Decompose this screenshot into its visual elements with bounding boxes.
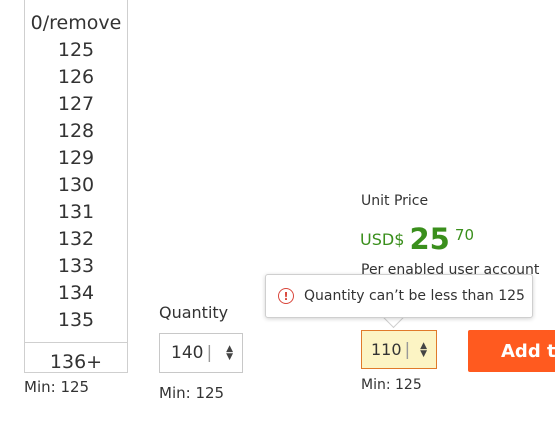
dropdown-option[interactable]: 130 bbox=[25, 172, 127, 199]
text-cursor: | bbox=[404, 339, 411, 360]
price-currency: USD$ bbox=[360, 230, 405, 249]
unit-price-label: Unit Price bbox=[361, 193, 429, 209]
quantity-error-min-label: Min: 125 bbox=[361, 377, 422, 393]
quantity-dropdown-list[interactable]: 0/remove 125 126 127 128 129 130 131 132… bbox=[24, 0, 128, 373]
dropdown-option[interactable]: 133 bbox=[25, 253, 127, 280]
exclamation-circle-icon: ! bbox=[278, 288, 294, 304]
dropdown-min-label: Min: 125 bbox=[24, 378, 90, 396]
dropdown-option[interactable]: 129 bbox=[25, 145, 127, 172]
up-down-arrows-icon[interactable]: ▲ ▼ bbox=[420, 341, 427, 358]
price-display: USD$ 25 70 bbox=[360, 222, 474, 256]
quantity-min-label: Min: 125 bbox=[159, 384, 225, 402]
dropdown-option[interactable]: 131 bbox=[25, 199, 127, 226]
dropdown-option[interactable]: 134 bbox=[25, 280, 127, 307]
add-to-cart-button[interactable]: Add to Cart bbox=[468, 330, 555, 372]
quantity-label: Quantity bbox=[159, 303, 229, 322]
dropdown-divider bbox=[25, 342, 127, 343]
dropdown-option[interactable]: 0/remove bbox=[25, 10, 127, 37]
price-whole: 25 bbox=[409, 222, 450, 256]
quantity-error-value[interactable]: 110 bbox=[362, 340, 402, 359]
text-cursor: | bbox=[206, 343, 213, 363]
dropdown-option[interactable]: 126 bbox=[25, 64, 127, 91]
tooltip-message: Quantity can’t be less than 125 bbox=[304, 288, 525, 304]
dropdown-option[interactable]: 125 bbox=[25, 37, 127, 64]
validation-tooltip: ! Quantity can’t be less than 125 bbox=[265, 274, 533, 318]
quantity-stepper-error[interactable]: 110 | ▲ ▼ bbox=[361, 330, 437, 369]
quantity-value[interactable]: 140 bbox=[160, 343, 203, 363]
price-cents: 70 bbox=[454, 226, 475, 244]
up-down-arrows-icon[interactable]: ▲ ▼ bbox=[226, 345, 233, 362]
dropdown-option[interactable]: 128 bbox=[25, 118, 127, 145]
dropdown-option[interactable]: 132 bbox=[25, 226, 127, 253]
quantity-stepper[interactable]: 140 | ▲ ▼ bbox=[159, 333, 243, 373]
dropdown-option-more[interactable]: 136+ bbox=[25, 347, 127, 377]
dropdown-option[interactable]: 135 bbox=[25, 307, 127, 334]
dropdown-option[interactable]: 127 bbox=[25, 91, 127, 118]
